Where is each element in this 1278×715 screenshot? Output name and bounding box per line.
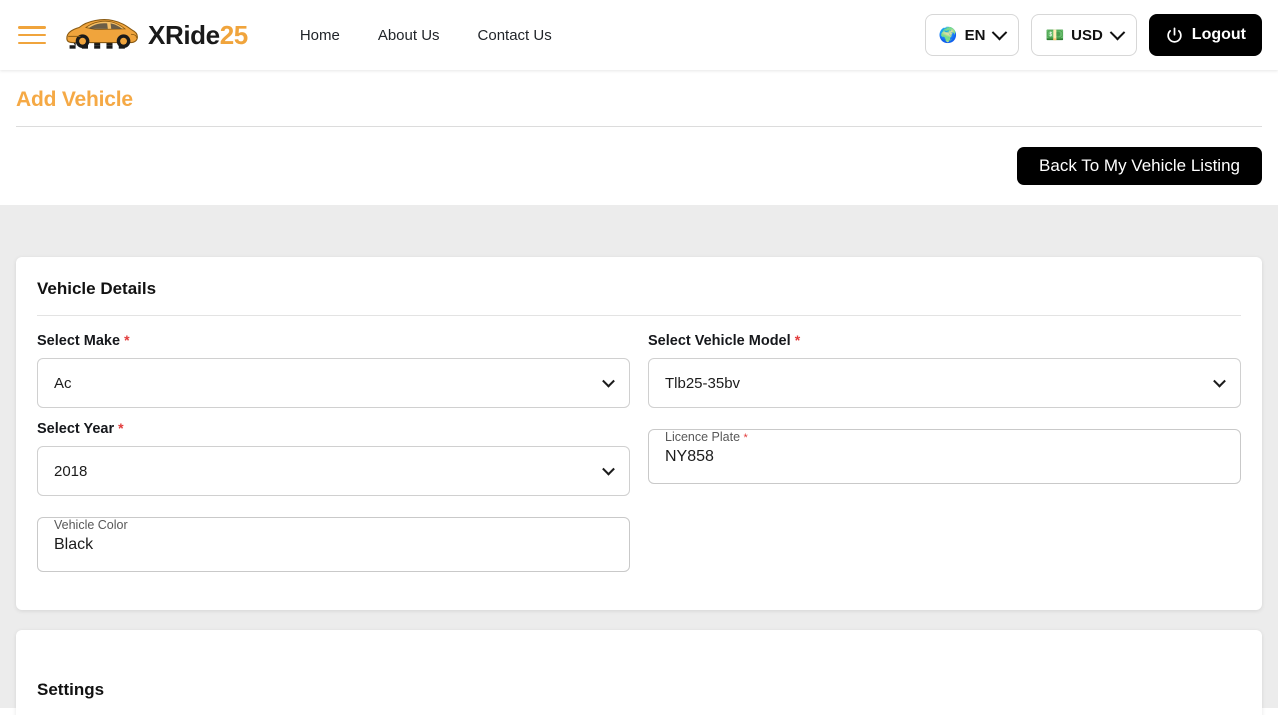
select-make-wrap: Ac [37,358,630,408]
logout-button[interactable]: Logout [1149,14,1262,56]
required-asterisk: * [744,432,748,444]
required-asterisk: * [795,332,800,348]
select-year-label: Select Year * [37,420,630,437]
vehicle-color-label: Vehicle Color [49,519,133,532]
currency-label: USD [1071,27,1103,44]
settings-card: Settings [16,630,1262,715]
select-vehicle-model-value: Tlb25-35bv [665,375,740,392]
select-year-wrap: 2018 [37,446,630,496]
nav-item-contact-us[interactable]: Contact Us [478,27,552,44]
vehicle-details-title: Vehicle Details [37,279,1241,299]
select-year-label-text: Select Year [37,421,114,437]
nav-item-home[interactable]: Home [300,27,340,44]
field-select-vehicle-model: Select Vehicle Model * Tlb25-35bv [648,332,1241,408]
page-action-bar: Back To My Vehicle Listing [0,127,1278,205]
required-asterisk: * [118,420,123,436]
select-vehicle-model-input[interactable]: Tlb25-35bv [648,358,1241,408]
brand-name-main: XRide [148,20,220,50]
vehicle-color-input[interactable]: Black [54,536,613,554]
field-vehicle-color: Vehicle Color Black [37,508,630,572]
chevron-down-icon [1110,24,1126,40]
hamburger-line [18,42,46,45]
vehicle-color-label-text: Vehicle Color [54,518,128,532]
page-content: Vehicle Details Select Make * Ac [0,205,1278,708]
language-selector[interactable]: 🌍 EN [925,14,1020,56]
hamburger-icon[interactable] [18,24,46,46]
globe-icon: 🌍 [939,28,958,43]
back-to-my-vehicle-listing-button[interactable]: Back To My Vehicle Listing [1017,147,1262,185]
main-nav: Home About Us Contact Us [300,27,552,44]
select-make-label-text: Select Make [37,333,120,349]
site-header: XRide25 Home About Us Contact Us 🌍 EN 💵 … [0,0,1278,70]
hamburger-line [18,26,46,29]
vehicle-details-form: Select Make * Ac Select Vehicle Model * [37,316,1241,584]
field-licence-plate: Licence Plate * NY858 [648,420,1241,496]
page-title-bar: Add Vehicle [0,70,1278,127]
field-select-year: Select Year * 2018 [37,420,630,496]
banknote-icon: 💵 [1045,28,1064,43]
required-asterisk: * [124,332,129,348]
licence-plate-input[interactable]: NY858 [665,448,1224,466]
settings-title: Settings [37,680,1241,700]
licence-plate-box[interactable]: Licence Plate * NY858 [648,429,1241,484]
vehicle-details-card: Vehicle Details Select Make * Ac [16,257,1262,610]
power-off-icon [1165,26,1184,45]
select-make-label: Select Make * [37,332,630,349]
nav-item-about-us[interactable]: About Us [378,27,440,44]
licence-plate-label: Licence Plate * [660,431,753,444]
vehicle-color-box[interactable]: Vehicle Color Black [37,517,630,572]
select-vehicle-model-label-text: Select Vehicle Model [648,333,791,349]
select-vehicle-model-label: Select Vehicle Model * [648,332,1241,349]
header-actions: 🌍 EN 💵 USD Logout [925,14,1262,56]
car-logo-icon [60,13,142,57]
select-year-value: 2018 [54,463,87,480]
brand-logo-link[interactable]: XRide25 [60,13,248,57]
licence-plate-label-text: Licence Plate [665,430,740,444]
brand-name-accent: 25 [220,20,248,50]
brand-name: XRide25 [148,22,248,48]
page-title: Add Vehicle [16,88,1262,112]
select-year-input[interactable]: 2018 [37,446,630,496]
field-select-make: Select Make * Ac [37,332,630,408]
currency-selector[interactable]: 💵 USD [1031,14,1136,56]
select-vehicle-model-wrap: Tlb25-35bv [648,358,1241,408]
chevron-down-icon [992,24,1008,40]
logout-label: Logout [1192,26,1246,44]
hamburger-line [18,34,46,37]
language-label: EN [965,27,986,44]
select-make-input[interactable]: Ac [37,358,630,408]
select-make-value: Ac [54,375,72,392]
